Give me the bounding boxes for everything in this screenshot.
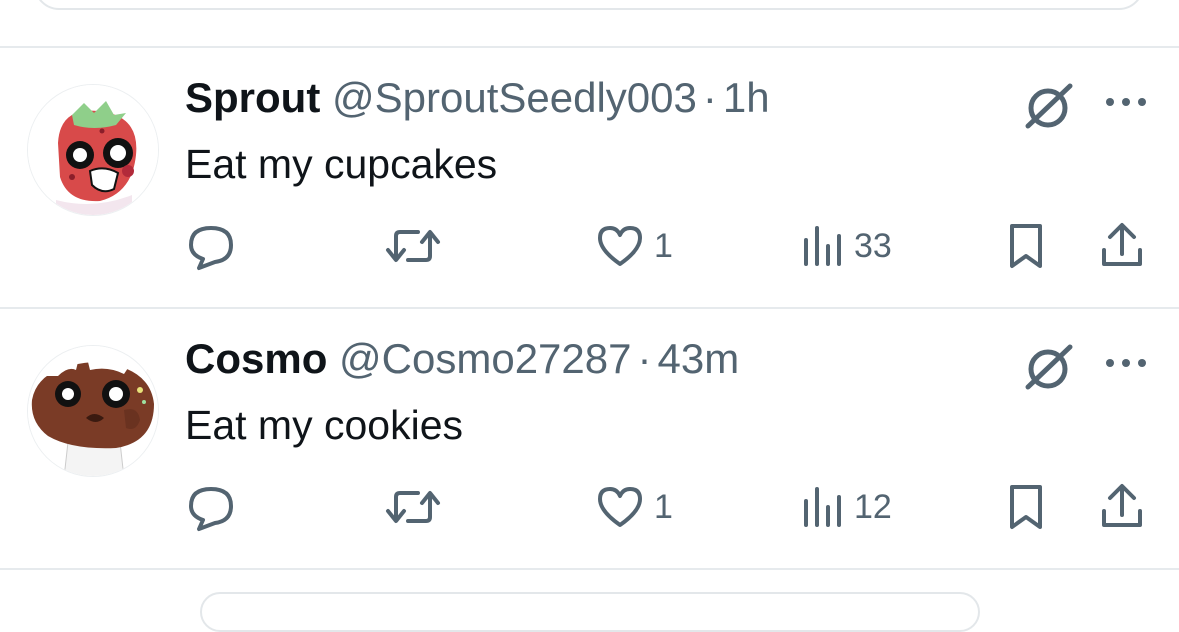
repost-icon xyxy=(386,230,440,262)
avatar[interactable] xyxy=(27,84,159,216)
repost-button[interactable] xyxy=(384,214,450,278)
like-button[interactable]: 1 xyxy=(594,475,673,539)
views-button[interactable]: 33 xyxy=(800,214,892,278)
reply-icon xyxy=(189,226,233,270)
search-bar-edge[interactable] xyxy=(34,0,1144,10)
post-header: Sprout @SproutSeedly003 · 1h xyxy=(185,72,770,124)
like-count: 1 xyxy=(654,487,673,526)
separator: · xyxy=(637,335,652,382)
reply-icon xyxy=(189,487,233,531)
avatar[interactable] xyxy=(27,345,159,477)
post-header: Cosmo @Cosmo27287 · 43m xyxy=(185,333,739,385)
next-post-edge xyxy=(200,592,980,632)
view-count: 33 xyxy=(854,226,892,265)
bookmark-button[interactable] xyxy=(1004,475,1048,539)
share-icon xyxy=(1102,484,1142,527)
grok-icon[interactable] xyxy=(1022,80,1076,132)
post-text: Eat my cookies xyxy=(185,402,463,448)
heart-icon xyxy=(598,487,642,527)
display-name[interactable]: Sprout xyxy=(185,74,320,121)
bookmark-button[interactable] xyxy=(1004,214,1048,278)
repost-button[interactable] xyxy=(384,475,450,539)
view-count: 12 xyxy=(854,487,892,526)
post-card[interactable]: Cosmo @Cosmo27287 · 43m Eat my cookies 1 1… xyxy=(0,311,1179,571)
divider xyxy=(0,46,1179,48)
divider xyxy=(0,307,1179,309)
display-name[interactable]: Cosmo xyxy=(185,335,327,382)
post-text: Eat my cupcakes xyxy=(185,141,498,187)
cookie-character-avatar-icon xyxy=(28,346,158,476)
share-button[interactable] xyxy=(1098,475,1146,539)
reply-button[interactable] xyxy=(185,475,245,539)
separator: · xyxy=(702,74,717,121)
like-count: 1 xyxy=(654,226,673,265)
analytics-icon xyxy=(804,487,841,527)
timestamp[interactable]: 43m xyxy=(658,335,740,382)
grok-icon[interactable] xyxy=(1022,341,1076,393)
more-options-icon[interactable] xyxy=(1102,90,1150,114)
more-options-icon[interactable] xyxy=(1102,351,1150,375)
bookmark-icon xyxy=(1010,224,1042,268)
heart-icon xyxy=(598,226,642,266)
like-button[interactable]: 1 xyxy=(594,214,673,278)
repost-icon xyxy=(386,491,440,523)
bookmark-icon xyxy=(1010,485,1042,529)
share-button[interactable] xyxy=(1098,214,1146,278)
post-card[interactable]: Sprout @SproutSeedly003 · 1h Eat my cupcak… xyxy=(0,50,1179,310)
divider xyxy=(0,568,1179,570)
share-icon xyxy=(1102,223,1142,266)
strawberry-character-avatar-icon xyxy=(28,85,158,215)
reply-button[interactable] xyxy=(185,214,245,278)
user-handle[interactable]: @Cosmo27287 xyxy=(339,335,631,382)
analytics-icon xyxy=(804,226,841,266)
user-handle[interactable]: @SproutSeedly003 xyxy=(332,74,697,121)
timestamp[interactable]: 1h xyxy=(723,74,770,121)
views-button[interactable]: 12 xyxy=(800,475,892,539)
